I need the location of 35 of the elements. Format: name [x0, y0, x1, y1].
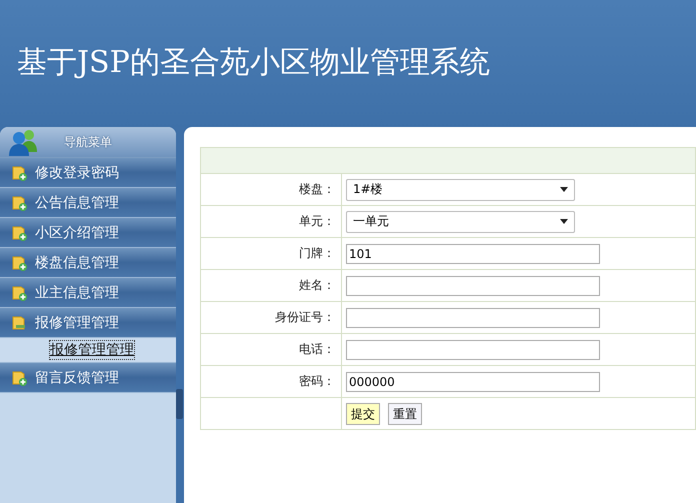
nav-menu-item[interactable]: 报修管理管理 — [0, 308, 176, 338]
input-field[interactable]: 000000 — [346, 372, 600, 392]
field-label: 单元： — [299, 214, 335, 228]
nav-menu-item[interactable]: 公告信息管理 — [0, 188, 176, 218]
folder-plus-icon — [12, 164, 29, 181]
users-icon — [8, 128, 40, 156]
field-label: 电话： — [299, 342, 335, 356]
nav-menu-item[interactable]: 业主信息管理 — [0, 278, 176, 308]
folder-plus-icon — [12, 194, 29, 211]
reset-button[interactable]: 重置 — [388, 402, 422, 424]
input-field[interactable] — [346, 308, 600, 328]
submit-button[interactable]: 提交 — [346, 402, 380, 424]
caret-icon — [560, 219, 568, 224]
folder-plus-icon — [12, 369, 29, 386]
nav-menu-title: 导航菜单 — [64, 134, 112, 150]
input-field[interactable] — [346, 276, 600, 296]
nav-menu-item[interactable]: 留言反馈管理 — [0, 363, 176, 393]
caret-icon — [560, 187, 568, 192]
folder-plus-icon — [12, 254, 29, 271]
field-label: 姓名： — [299, 278, 335, 292]
input-field[interactable] — [346, 340, 600, 360]
folder-plus-icon — [12, 284, 29, 301]
field-label: 楼盘： — [299, 182, 335, 196]
nav-menu-item[interactable]: 楼盘信息管理 — [0, 248, 176, 278]
field-label: 密码： — [299, 374, 335, 388]
nav-menu-item[interactable]: 小区介绍管理 — [0, 218, 176, 248]
field-label: 门牌： — [299, 246, 335, 260]
collapse-handle[interactable] — [176, 389, 183, 419]
nav-menu-item[interactable]: 修改登录密码 — [0, 158, 176, 188]
dropdown[interactable]: 一单元 — [346, 210, 575, 232]
field-label: 身份证号： — [275, 310, 335, 324]
dropdown[interactable]: 1#楼 — [346, 178, 575, 200]
input-field[interactable]: 101 — [346, 244, 600, 264]
folder-plus-icon — [12, 224, 29, 241]
app-title: 基于JSP的圣合苑小区物业管理系统 — [17, 44, 490, 82]
